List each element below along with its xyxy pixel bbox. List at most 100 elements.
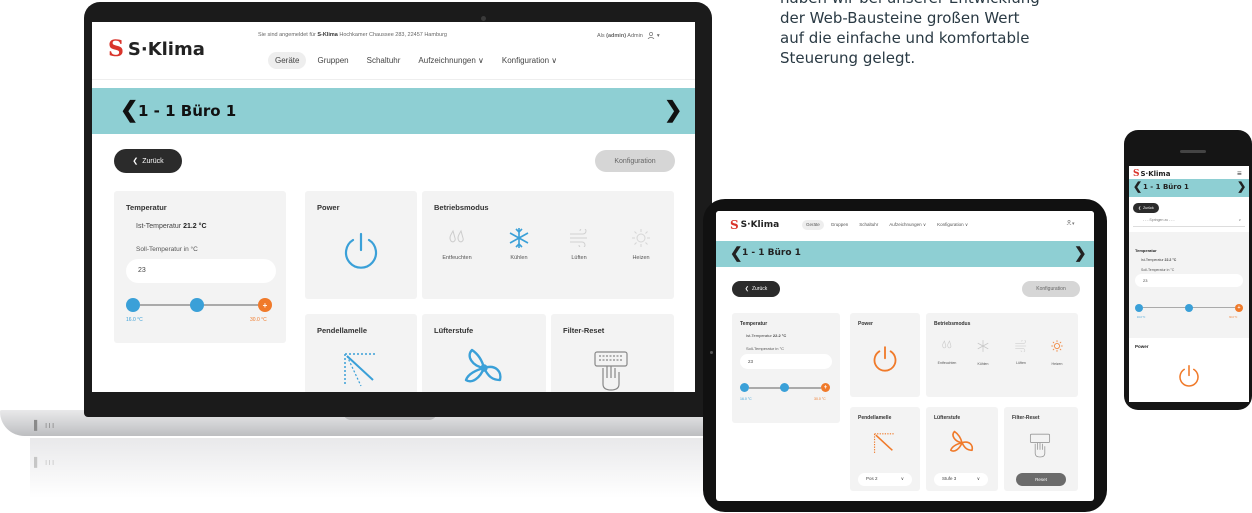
tablet-top-bar: S S·Klima Geräte Gruppen Schaltuhr Aufze… <box>716 211 1094 239</box>
droplets-icon <box>942 340 952 349</box>
filter-reset-card: Filter-Reset Reset <box>1004 407 1078 491</box>
logo-text: S·Klima <box>1140 170 1171 178</box>
user-icon <box>648 32 655 40</box>
power-icon[interactable] <box>871 345 899 373</box>
configuration-button[interactable]: Konfiguration <box>595 150 675 172</box>
ist-label: Ist-Temperatur <box>136 223 184 230</box>
hamburger-menu-icon[interactable]: ≡ <box>1237 169 1242 178</box>
user-menu[interactable]: Als (admin) Admin ▾ <box>597 32 660 40</box>
power-card: Power <box>850 313 920 397</box>
mode-title: Betriebsmodus <box>934 321 971 327</box>
temperature-card: Temperatur Ist-Temperatur 22.2 °C Soll-T… <box>1129 232 1249 338</box>
next-device-icon[interactable]: ❯ <box>1237 180 1246 193</box>
nav-item-konfiguration[interactable]: Konfiguration ∨ <box>933 220 972 230</box>
droplets-icon <box>449 229 464 243</box>
nav-item-gruppen[interactable]: Gruppen <box>310 52 355 69</box>
laptop-camera <box>481 16 486 21</box>
mode-title: Betriebsmodus <box>434 203 489 212</box>
nav-item-geraete[interactable]: Geräte <box>802 220 824 230</box>
mode-heat[interactable]: Heizen <box>1040 339 1074 366</box>
prev-device-icon[interactable]: ❮ <box>120 97 138 123</box>
temp-minus-button[interactable] <box>740 383 749 392</box>
soll-temperature-input[interactable]: 23 <box>126 259 276 283</box>
louver-select[interactable]: Pos 2 ∨ <box>858 473 912 486</box>
next-device-icon[interactable]: ❯ <box>664 97 682 123</box>
tablet-screen: S S·Klima Geräte Gruppen Schaltuhr Aufze… <box>716 211 1094 501</box>
mode-label: Lüften <box>1016 361 1026 365</box>
mode-dehumidify[interactable]: Entfeuchten <box>930 339 964 365</box>
temp-slider-handle[interactable] <box>190 298 204 312</box>
marketing-line: auf die einfache und komfortable <box>780 29 1030 47</box>
filter-reset-button[interactable]: Reset <box>1016 473 1066 486</box>
fan-icon[interactable] <box>948 429 976 459</box>
mode-dehumidify[interactable]: Entfeuchten <box>428 227 486 261</box>
nav-item-gruppen[interactable]: Gruppen <box>827 220 853 230</box>
soll-temperature-input[interactable]: 23 <box>1135 274 1243 287</box>
power-icon[interactable] <box>341 231 381 271</box>
chevron-left-icon: ❮ <box>1138 206 1142 210</box>
nav-item-konfiguration[interactable]: Konfiguration ∨ <box>495 52 564 69</box>
tablet-logo[interactable]: S S·Klima <box>730 218 779 232</box>
power-title: Power <box>858 321 874 327</box>
back-button[interactable]: ❮ Zurück <box>1133 203 1159 213</box>
next-device-icon[interactable]: ❯ <box>1074 244 1087 262</box>
login-info-company: S-Klima <box>317 32 338 38</box>
mode-cool[interactable]: Kühlen <box>966 339 1000 366</box>
marketing-line: der Web-Bausteine großen Wert <box>780 9 1020 27</box>
temp-plus-button[interactable]: + <box>258 298 272 312</box>
jump-to-select[interactable]: - - - Springen zu - - - ∨ <box>1133 218 1245 227</box>
temp-plus-button[interactable]: + <box>821 383 830 392</box>
back-label: Zurück <box>1143 206 1154 210</box>
mode-heat[interactable]: Heizen <box>612 227 670 261</box>
logo-text: S·Klima <box>740 220 780 230</box>
filter-reset-card: Filter-Reset <box>551 314 674 392</box>
power-card: Power <box>305 191 417 299</box>
back-button[interactable]: ❮ Zurück <box>732 281 780 297</box>
louver-icon[interactable] <box>341 350 385 390</box>
filter-hand-icon[interactable] <box>591 348 631 392</box>
nav-item-geraete[interactable]: Geräte <box>268 52 307 69</box>
prev-device-icon[interactable]: ❮ <box>1133 180 1142 193</box>
back-button[interactable]: ❮ Zurück <box>114 149 182 173</box>
mode-label: Kühlen <box>977 362 989 366</box>
mode-fan[interactable]: Lüften <box>550 227 608 261</box>
temp-min-label: 16.0 °C <box>126 317 143 323</box>
temperature-card: Temperatur Ist-Temperatur 22.2 °C Soll-T… <box>732 313 840 423</box>
wind-icon <box>570 229 587 247</box>
temp-plus-button[interactable]: + <box>1235 304 1243 312</box>
temp-minus-button[interactable] <box>126 298 140 312</box>
tablet-user-menu[interactable]: ▾ <box>1066 219 1075 227</box>
nav-item-schaltuhr[interactable]: Schaltuhr <box>855 220 882 230</box>
fan-icon[interactable] <box>462 346 506 392</box>
nav-item-aufzeichnungen[interactable]: Aufzeichnungen ∨ <box>411 52 490 69</box>
ist-label: Ist-Temperatur <box>746 333 773 338</box>
phone-logo[interactable]: S S·Klima <box>1133 169 1170 179</box>
temp-slider-handle[interactable] <box>1185 304 1193 312</box>
mode-label: Heizen <box>632 255 650 261</box>
power-icon[interactable] <box>1177 364 1201 388</box>
filter-title: Filter-Reset <box>1012 415 1040 421</box>
ist-temperature: Ist-Temperatur 22.2 °C <box>1141 258 1176 262</box>
soll-label: Soll-Temperatur in °C <box>746 346 785 351</box>
configuration-button[interactable]: Konfiguration <box>1022 281 1080 297</box>
mode-fan[interactable]: Lüften <box>1004 339 1038 365</box>
user-name: Admin <box>626 32 643 39</box>
nav-item-aufzeichnungen[interactable]: Aufzeichnungen ∨ <box>885 220 930 230</box>
logo-mark: S <box>1133 169 1140 179</box>
louver-icon[interactable] <box>872 431 900 457</box>
nav-item-schaltuhr[interactable]: Schaltuhr <box>360 52 408 69</box>
main-nav: Geräte Gruppen Schaltuhr Aufzeichnungen … <box>268 52 564 69</box>
soll-temperature-input[interactable]: 23 <box>740 354 832 369</box>
ist-value: 22.2 °C <box>772 333 787 338</box>
mode-label: Entfeuchten <box>442 255 472 261</box>
back-label: Zurück <box>142 157 164 165</box>
back-label: Zurück <box>751 286 768 292</box>
ist-value: 21.2 °C <box>183 223 207 230</box>
fan-speed-select[interactable]: Stufe 3 ∨ <box>934 473 988 486</box>
logo[interactable]: S S·Klima <box>108 36 205 62</box>
mode-cool[interactable]: Kühlen <box>490 227 548 261</box>
temp-slider-handle[interactable] <box>780 383 789 392</box>
prev-device-icon[interactable]: ❮ <box>730 244 743 262</box>
temp-minus-button[interactable] <box>1135 304 1143 312</box>
fan-title: Lüfterstufe <box>934 415 961 421</box>
